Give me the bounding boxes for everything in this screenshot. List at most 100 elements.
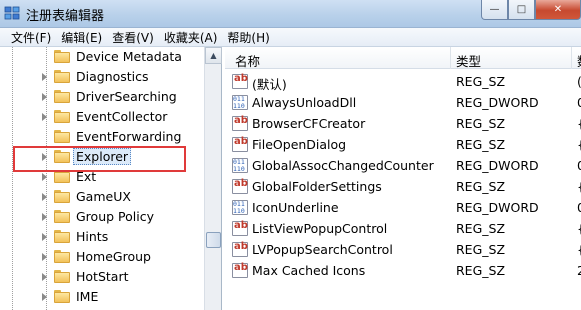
- expand-arrow-icon[interactable]: [42, 173, 47, 181]
- tree-item-label: Hints: [76, 229, 109, 244]
- value-data: 0: [577, 158, 581, 173]
- expand-arrow-icon[interactable]: [42, 73, 47, 81]
- window-title: 注册表编辑器: [26, 9, 105, 24]
- value-row[interactable]: IconUnderline REG_DWORD 0: [225, 197, 581, 218]
- value-name: GlobalFolderSettings: [252, 179, 382, 194]
- scrollbar-thumb[interactable]: [206, 232, 221, 248]
- tree-item-ime[interactable]: IME: [0, 287, 204, 307]
- annotation-highlight-box: [13, 146, 186, 172]
- value-type: REG_SZ: [456, 221, 506, 236]
- folder-icon: [54, 90, 70, 103]
- tree-item-homegroup[interactable]: HomeGroup: [0, 247, 204, 267]
- expand-arrow-icon[interactable]: [42, 253, 47, 261]
- expand-arrow-icon[interactable]: [42, 213, 47, 221]
- value-type: REG_SZ: [456, 242, 506, 257]
- tree-scrollbar[interactable]: ▲: [204, 47, 222, 310]
- value-row[interactable]: GlobalAssocChangedCounter REG_DWORD 0: [225, 155, 581, 176]
- value-type: REG_SZ: [456, 74, 506, 89]
- tree-item-label: EventCollector: [76, 109, 168, 124]
- tree-item-hints[interactable]: Hints: [0, 227, 204, 247]
- folder-icon: [54, 130, 70, 143]
- value-data: {: [577, 116, 581, 131]
- string-value-icon: [232, 178, 248, 194]
- tree-item-diagnostics[interactable]: Diagnostics: [0, 67, 204, 87]
- folder-icon: [54, 70, 70, 83]
- tree-item-label: Group Policy: [76, 209, 154, 224]
- scroll-up-arrow-icon[interactable]: ▲: [205, 47, 222, 64]
- value-data: 0: [577, 95, 581, 110]
- tree-item-label: Device Metadata: [76, 49, 182, 64]
- value-data: (: [577, 74, 581, 89]
- window-controls: — □ ✕: [481, 0, 581, 20]
- value-row[interactable]: (默认) REG_SZ (: [225, 71, 581, 92]
- folder-icon: [54, 190, 70, 203]
- value-data: {: [577, 242, 581, 257]
- column-divider[interactable]: [450, 47, 451, 69]
- folder-icon: [54, 250, 70, 263]
- value-row[interactable]: GlobalFolderSettings REG_SZ {: [225, 176, 581, 197]
- expand-arrow-icon[interactable]: [42, 193, 47, 201]
- expand-arrow-icon[interactable]: [42, 293, 47, 301]
- string-value-icon: [232, 262, 248, 278]
- expand-arrow-icon[interactable]: [42, 233, 47, 241]
- value-type: REG_DWORD: [456, 158, 539, 173]
- value-row[interactable]: FileOpenDialog REG_SZ {: [225, 134, 581, 155]
- binary-value-icon: [232, 95, 248, 110]
- expand-arrow-icon[interactable]: [42, 113, 47, 121]
- value-name: ListViewPopupControl: [252, 221, 388, 236]
- value-data: 0: [577, 200, 581, 215]
- tree-item-device-metadata[interactable]: Device Metadata: [0, 47, 204, 67]
- value-name: Max Cached Icons: [252, 263, 366, 278]
- value-row[interactable]: LVPopupSearchControl REG_SZ {: [225, 239, 581, 260]
- folder-icon: [54, 270, 70, 283]
- tree-item-eventcollector[interactable]: EventCollector: [0, 107, 204, 127]
- folder-icon: [54, 230, 70, 243]
- menu-view[interactable]: 查看(V): [107, 29, 159, 46]
- list-header: 名称 类型 数: [225, 47, 581, 69]
- maximize-button[interactable]: □: [508, 0, 535, 20]
- column-header-type[interactable]: 类型: [456, 51, 481, 70]
- registry-editor-icon: [4, 6, 20, 20]
- binary-value-icon: [232, 158, 248, 173]
- string-value-icon: [232, 241, 248, 257]
- value-type: REG_SZ: [456, 179, 506, 194]
- string-value-icon: [232, 73, 248, 89]
- value-name: GlobalAssocChangedCounter: [252, 158, 434, 173]
- value-list[interactable]: 名称 类型 数 (默认) REG_SZ ( AlwaysUnloadDll RE…: [225, 47, 581, 310]
- menu-edit[interactable]: 编辑(E): [56, 29, 107, 46]
- value-data: {: [577, 137, 581, 152]
- value-row[interactable]: AlwaysUnloadDll REG_DWORD 0: [225, 92, 581, 113]
- value-type: REG_DWORD: [456, 95, 539, 110]
- folder-icon: [54, 110, 70, 123]
- tree-item-label: Diagnostics: [76, 69, 149, 84]
- tree-item-group-policy[interactable]: Group Policy: [0, 207, 204, 227]
- tree-item-hotstart[interactable]: HotStart: [0, 267, 204, 287]
- value-row[interactable]: BrowserCFCreator REG_SZ {: [225, 113, 581, 134]
- tree-item-label: HotStart: [76, 269, 129, 284]
- value-row[interactable]: Max Cached Icons REG_SZ 2: [225, 260, 581, 281]
- string-value-icon: [232, 220, 248, 236]
- menu-file[interactable]: 文件(F): [6, 29, 56, 46]
- tree-item-label: EventForwarding: [76, 129, 182, 144]
- close-button[interactable]: ✕: [535, 0, 581, 20]
- expand-arrow-icon[interactable]: [42, 273, 47, 281]
- menu-help[interactable]: 帮助(H): [222, 29, 274, 46]
- value-type: REG_SZ: [456, 137, 506, 152]
- menu-favorites[interactable]: 收藏夹(A): [159, 29, 223, 46]
- minimize-button[interactable]: —: [481, 0, 508, 20]
- column-header-data[interactable]: 数: [577, 51, 581, 70]
- value-data: 2: [577, 263, 581, 278]
- column-divider[interactable]: [571, 47, 572, 69]
- folder-icon: [54, 210, 70, 223]
- registry-tree[interactable]: Device Metadata Diagnostics DriverSearch…: [0, 47, 222, 310]
- value-name: BrowserCFCreator: [252, 116, 366, 131]
- column-header-name[interactable]: 名称: [235, 51, 260, 70]
- tree-item-gameux[interactable]: GameUX: [0, 187, 204, 207]
- tree-item-label: HomeGroup: [76, 249, 151, 264]
- tree-item-eventforwarding[interactable]: EventForwarding: [0, 127, 204, 147]
- value-name: AlwaysUnloadDll: [252, 95, 357, 110]
- value-row[interactable]: ListViewPopupControl REG_SZ {: [225, 218, 581, 239]
- value-type: REG_DWORD: [456, 200, 539, 215]
- expand-arrow-icon[interactable]: [42, 93, 47, 101]
- tree-item-driversearching[interactable]: DriverSearching: [0, 87, 204, 107]
